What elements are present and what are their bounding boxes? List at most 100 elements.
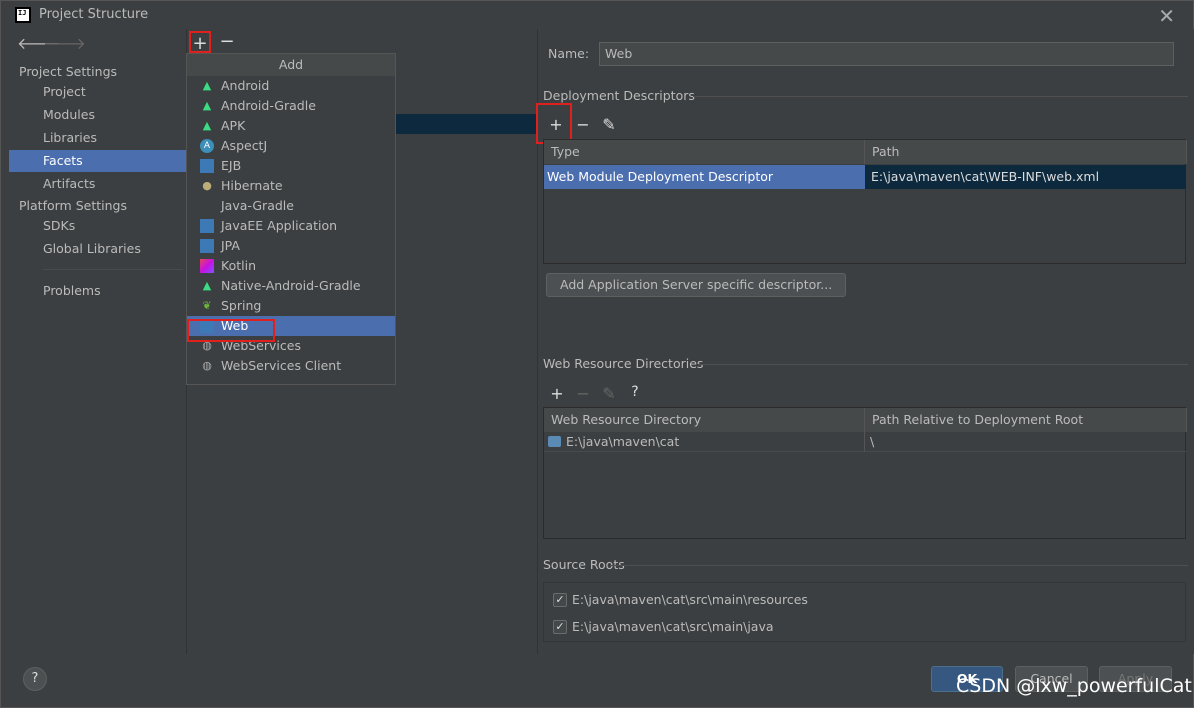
javaee-icon bbox=[200, 219, 214, 233]
table-cell-directory[interactable]: E:\java\maven\cat bbox=[544, 432, 865, 452]
plus-icon[interactable]: + bbox=[546, 384, 568, 403]
add-facet-button[interactable]: + bbox=[189, 31, 211, 54]
popup-item-webservices-client[interactable]: ◍ WebServices Client bbox=[187, 356, 395, 376]
remove-facet-button[interactable]: − bbox=[216, 31, 238, 53]
popup-item-label: AspectJ bbox=[221, 138, 268, 153]
popup-item-javaee-application[interactable]: JavaEE Application bbox=[187, 216, 395, 236]
folder-icon bbox=[548, 436, 561, 447]
hibernate-icon: ● bbox=[202, 179, 212, 192]
nav-arrows: 🡐🡒 bbox=[17, 33, 86, 53]
popup-item-aspectj[interactable]: A AspectJ bbox=[187, 136, 395, 156]
group-divider bbox=[693, 96, 1188, 97]
pencil-icon[interactable]: ✎ bbox=[598, 384, 620, 403]
add-server-descriptor-button[interactable]: Add Application Server specific descript… bbox=[546, 273, 847, 297]
popup-item-label: JPA bbox=[221, 238, 240, 253]
minus-icon[interactable]: − bbox=[572, 115, 594, 134]
android-icon: ▲ bbox=[202, 79, 212, 92]
forward-arrow-icon[interactable]: 🡒 bbox=[43, 33, 86, 53]
source-root-path: E:\java\maven\cat\src\main\resources bbox=[572, 592, 808, 607]
popup-item-label: Java-Gradle bbox=[221, 198, 294, 213]
spring-icon: ❦ bbox=[202, 299, 212, 312]
column-header-type[interactable]: Type bbox=[544, 140, 865, 164]
table-cell-type[interactable]: Web Module Deployment Descriptor bbox=[544, 165, 865, 189]
web-resource-directories-title: Web Resource Directories bbox=[543, 356, 704, 371]
popup-item-spring[interactable]: ❦ Spring bbox=[187, 296, 395, 316]
popup-title: Add bbox=[187, 54, 395, 76]
android-icon: ▲ bbox=[202, 279, 212, 292]
jpa-icon bbox=[200, 239, 214, 253]
popup-item-label: WebServices Client bbox=[221, 358, 342, 373]
project-settings-header: Project Settings bbox=[19, 64, 118, 79]
directory-path: E:\java\maven\cat bbox=[566, 434, 680, 449]
window-title: Project Structure bbox=[39, 7, 149, 22]
help-icon[interactable]: ? bbox=[624, 384, 646, 400]
android-icon: ▲ bbox=[202, 99, 212, 112]
column-header-web-resource-directory[interactable]: Web Resource Directory bbox=[544, 408, 865, 432]
facet-list-selected-row[interactable] bbox=[395, 114, 539, 134]
minus-icon[interactable]: − bbox=[572, 384, 594, 403]
table-cell-path[interactable]: E:\java\maven\cat\WEB-INF\web.xml bbox=[865, 165, 1186, 189]
sidebar-item-artifacts[interactable]: Artifacts bbox=[9, 173, 186, 195]
popup-item-apk[interactable]: ▲ APK bbox=[187, 116, 395, 136]
popup-item-label: Kotlin bbox=[221, 258, 256, 273]
popup-item-jpa[interactable]: JPA bbox=[187, 236, 395, 256]
back-arrow-icon[interactable]: 🡐 bbox=[17, 33, 60, 53]
facet-name-input[interactable]: Web bbox=[599, 42, 1174, 66]
help-button[interactable]: ? bbox=[23, 667, 47, 691]
plus-icon[interactable]: + bbox=[545, 115, 567, 134]
popup-item-android-gradle[interactable]: ▲ Android-Gradle bbox=[187, 96, 395, 116]
popup-item-kotlin[interactable]: Kotlin bbox=[187, 256, 395, 276]
web-resource-table: Web Resource Directory Path Relative to … bbox=[543, 407, 1187, 539]
web-item-highlight-frame bbox=[187, 319, 275, 342]
popup-item-label: Hibernate bbox=[221, 178, 283, 193]
pencil-icon[interactable]: ✎ bbox=[598, 115, 620, 134]
sidebar-item-global-libraries[interactable]: Global Libraries bbox=[9, 238, 186, 260]
group-divider bbox=[610, 565, 1188, 566]
popup-item-label: JavaEE Application bbox=[221, 218, 338, 233]
popup-item-label: APK bbox=[221, 118, 246, 133]
sidebar-item-libraries[interactable]: Libraries bbox=[9, 127, 186, 149]
facet-details-panel: Name: Web Deployment Descriptors + − ✎ T… bbox=[536, 29, 1194, 654]
source-root-checkbox[interactable]: ✓ bbox=[553, 593, 567, 607]
watermark: CSDN @lxw_powerfulCat bbox=[956, 675, 1192, 697]
column-header-path[interactable]: Path bbox=[865, 140, 1187, 164]
popup-item-label: Native-Android-Gradle bbox=[221, 278, 361, 293]
title-bar: Project Structure ✕ bbox=[1, 1, 1193, 29]
popup-item-label: Spring bbox=[221, 298, 262, 313]
deployment-descriptors-table: Type Path Web Module Deployment Descript… bbox=[543, 139, 1187, 264]
kotlin-icon bbox=[200, 259, 214, 273]
name-label: Name: bbox=[548, 46, 590, 61]
popup-item-ejb[interactable]: EJB bbox=[187, 156, 395, 176]
sidebar-item-sdks[interactable]: SDKs bbox=[9, 215, 186, 237]
aspectj-icon: A bbox=[200, 139, 214, 153]
source-roots-list: ✓ E:\java\maven\cat\src\main\resources ✓… bbox=[543, 582, 1186, 642]
group-divider bbox=[698, 364, 1188, 365]
deployment-descriptors-title: Deployment Descriptors bbox=[543, 88, 695, 103]
source-root-path: E:\java\maven\cat\src\main\java bbox=[572, 619, 774, 634]
minus-icon: − bbox=[219, 31, 235, 52]
sidebar-item-facets[interactable]: Facets bbox=[9, 150, 186, 172]
popup-item-java-gradle[interactable]: Java-Gradle bbox=[187, 196, 395, 216]
settings-sidebar: 🡐🡒 Project Settings Project Modules Libr… bbox=[9, 29, 186, 654]
popup-item-android[interactable]: ▲ Android bbox=[187, 76, 395, 96]
intellij-app-icon bbox=[15, 7, 31, 23]
table-cell-relative-path[interactable]: \ bbox=[865, 432, 1186, 452]
popup-item-label: Android bbox=[221, 78, 270, 93]
sidebar-item-project[interactable]: Project bbox=[9, 81, 186, 103]
close-icon[interactable]: ✕ bbox=[1158, 4, 1175, 28]
popup-item-native-android-gradle[interactable]: ▲ Native-Android-Gradle bbox=[187, 276, 395, 296]
sidebar-item-problems[interactable]: Problems bbox=[9, 280, 186, 302]
plus-icon: + bbox=[192, 33, 208, 54]
sidebar-item-modules[interactable]: Modules bbox=[9, 104, 186, 126]
popup-item-label: EJB bbox=[221, 158, 242, 173]
column-header-path-relative[interactable]: Path Relative to Deployment Root bbox=[865, 408, 1187, 432]
source-root-checkbox[interactable]: ✓ bbox=[553, 620, 567, 634]
popup-item-label: Android-Gradle bbox=[221, 98, 316, 113]
ejb-icon bbox=[200, 159, 214, 173]
project-structure-dialog: Project Structure ✕ 🡐🡒 Project Settings … bbox=[0, 0, 1194, 708]
android-icon: ▲ bbox=[202, 119, 212, 132]
sidebar-divider bbox=[43, 269, 183, 270]
globe-icon: ◍ bbox=[202, 359, 212, 372]
popup-item-hibernate[interactable]: ● Hibernate bbox=[187, 176, 395, 196]
platform-settings-header: Platform Settings bbox=[19, 198, 127, 213]
